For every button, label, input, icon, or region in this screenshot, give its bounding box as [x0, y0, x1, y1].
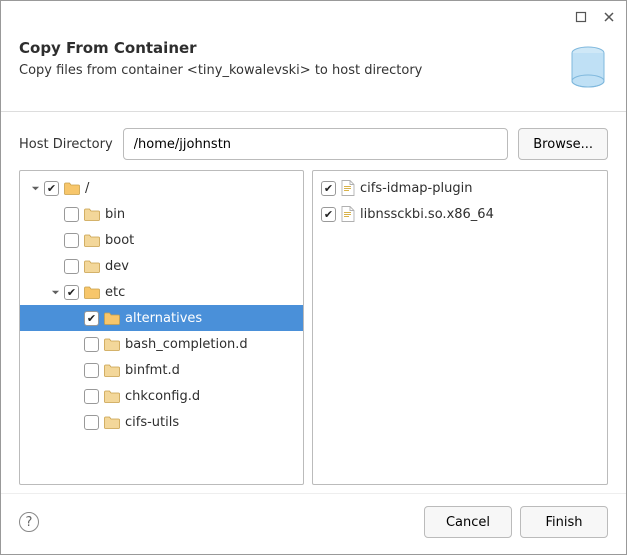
checkbox[interactable] [64, 259, 79, 274]
expander-icon[interactable] [48, 285, 62, 299]
expander-icon [48, 259, 62, 273]
titlebar [1, 1, 626, 33]
folder-icon [104, 416, 120, 429]
checkbox[interactable] [321, 207, 336, 222]
host-directory-input[interactable] [123, 128, 509, 160]
tree-item-label: bash_completion.d [125, 337, 248, 352]
checkbox[interactable] [64, 285, 79, 300]
tree-row[interactable]: etc [20, 279, 303, 305]
tree-item-label: binfmt.d [125, 363, 180, 378]
folder-icon [104, 390, 120, 403]
checkbox[interactable] [64, 207, 79, 222]
host-directory-row: Host Directory Browse... [1, 112, 626, 170]
file-item-label: libnssckbi.so.x86_64 [360, 207, 494, 222]
file-browser: / bin boot dev etc alternatives bash_com… [1, 170, 626, 493]
checkbox[interactable] [321, 181, 336, 196]
tree-row[interactable]: chkconfig.d [20, 383, 303, 409]
checkbox[interactable] [84, 311, 99, 326]
expander-icon [48, 207, 62, 221]
folder-tree-pane[interactable]: / bin boot dev etc alternatives bash_com… [19, 170, 304, 485]
tree-item-label: / [85, 181, 89, 196]
tree-row[interactable]: binfmt.d [20, 357, 303, 383]
tree-row[interactable]: alternatives [20, 305, 303, 331]
dialog-window: Copy From Container Copy files from cont… [0, 0, 627, 555]
folder-icon [104, 312, 120, 325]
checkbox[interactable] [64, 233, 79, 248]
tree-row[interactable]: bash_completion.d [20, 331, 303, 357]
expander-icon [68, 337, 82, 351]
finish-button[interactable]: Finish [520, 506, 608, 538]
checkbox[interactable] [84, 363, 99, 378]
expander-icon [68, 363, 82, 377]
maximize-button[interactable] [570, 6, 592, 28]
checkbox[interactable] [84, 389, 99, 404]
folder-icon [64, 182, 80, 195]
folder-icon [104, 364, 120, 377]
tree-row[interactable]: dev [20, 253, 303, 279]
container-icon [552, 39, 608, 95]
browse-button[interactable]: Browse... [518, 128, 608, 160]
tree-item-label: etc [105, 285, 125, 300]
dialog-title: Copy From Container [19, 39, 540, 57]
expander-icon [68, 415, 82, 429]
dialog-footer: ? Cancel Finish [1, 493, 626, 554]
checkbox[interactable] [44, 181, 59, 196]
checkbox[interactable] [84, 337, 99, 352]
folder-icon [84, 286, 100, 299]
help-button[interactable]: ? [19, 512, 39, 532]
file-item-label: cifs-idmap-plugin [360, 181, 472, 196]
expander-icon [68, 311, 82, 325]
checkbox[interactable] [84, 415, 99, 430]
tree-row[interactable]: / [20, 175, 303, 201]
tree-item-label: dev [105, 259, 129, 274]
tree-row[interactable]: bin [20, 201, 303, 227]
tree-row[interactable]: boot [20, 227, 303, 253]
tree-item-label: boot [105, 233, 134, 248]
file-row[interactable]: cifs-idmap-plugin [313, 175, 607, 201]
folder-icon [84, 234, 100, 247]
close-button[interactable] [598, 6, 620, 28]
host-directory-label: Host Directory [19, 137, 113, 152]
dialog-subtitle: Copy files from container <tiny_kowalevs… [19, 63, 540, 78]
tree-item-label: cifs-utils [125, 415, 179, 430]
cancel-button[interactable]: Cancel [424, 506, 512, 538]
file-list-pane[interactable]: cifs-idmap-plugin libnssckbi.so.x86_64 [312, 170, 608, 485]
tree-item-label: bin [105, 207, 125, 222]
expander-icon[interactable] [28, 181, 42, 195]
dialog-header: Copy From Container Copy files from cont… [1, 33, 626, 112]
folder-icon [84, 208, 100, 221]
file-row[interactable]: libnssckbi.so.x86_64 [313, 201, 607, 227]
folder-icon [84, 260, 100, 273]
file-icon [341, 180, 355, 196]
file-icon [341, 206, 355, 222]
folder-icon [104, 338, 120, 351]
tree-item-label: chkconfig.d [125, 389, 200, 404]
tree-row[interactable]: cifs-utils [20, 409, 303, 435]
expander-icon [68, 389, 82, 403]
tree-item-label: alternatives [125, 311, 202, 326]
expander-icon [48, 233, 62, 247]
